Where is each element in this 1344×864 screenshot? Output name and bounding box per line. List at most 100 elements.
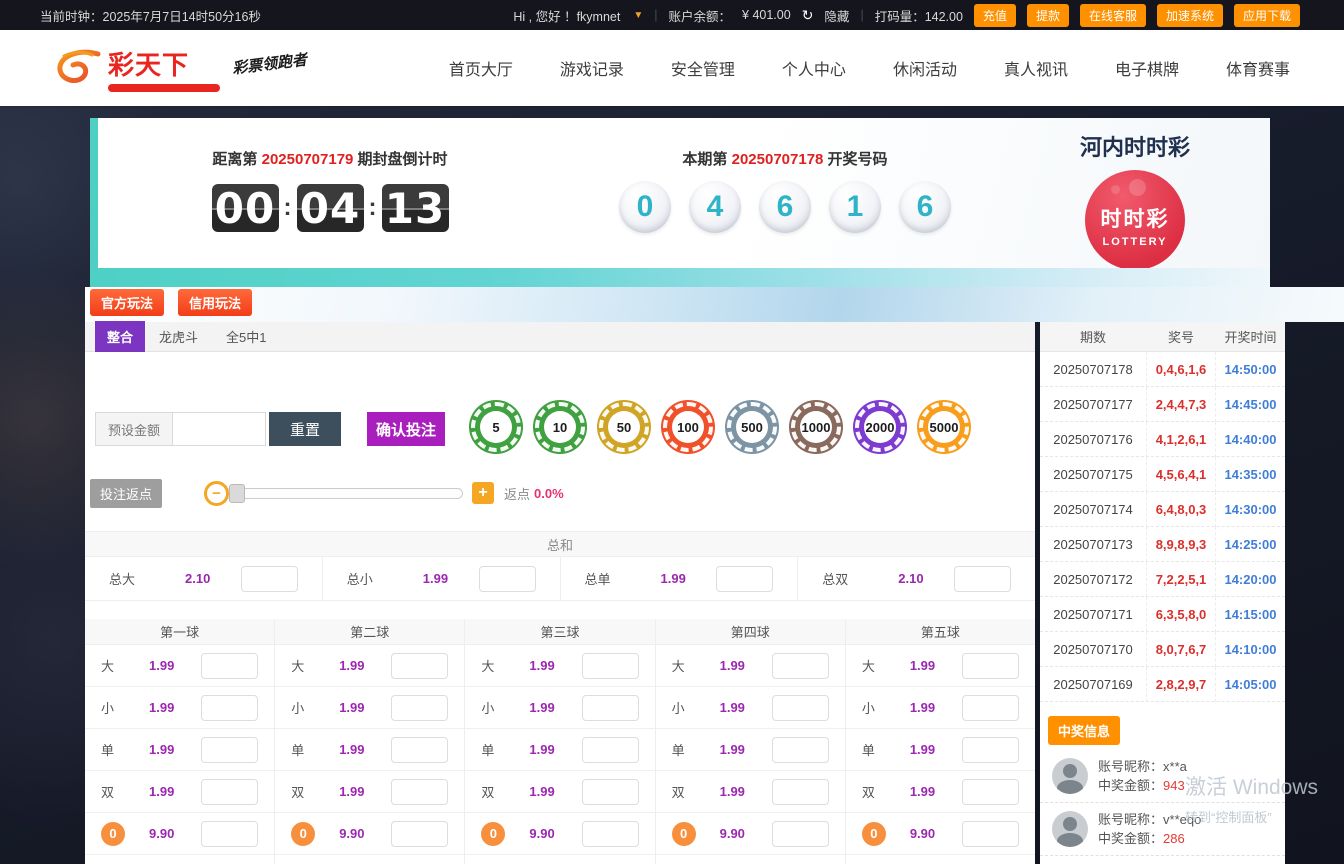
- bet-amount-input[interactable]: [201, 695, 258, 721]
- confirm-bet-button[interactable]: 确认投注: [367, 412, 445, 446]
- nav-leisure[interactable]: 休闲活动: [893, 56, 957, 80]
- bet-option-label[interactable]: 大: [101, 656, 135, 675]
- bet-option-label[interactable]: 双: [672, 782, 706, 801]
- chip-5[interactable]: 5: [469, 400, 523, 454]
- bet-amount-input[interactable]: [716, 566, 773, 592]
- bet-amount-input[interactable]: [772, 821, 829, 847]
- reset-button[interactable]: 重置: [269, 412, 341, 446]
- rebate-plus-button[interactable]: +: [472, 482, 494, 504]
- winners-badge[interactable]: 中奖信息: [1048, 716, 1120, 745]
- chip-100[interactable]: 100: [661, 400, 715, 454]
- rebate-slider[interactable]: [225, 488, 463, 499]
- bet-amount-input[interactable]: [582, 821, 639, 847]
- nav-game-records[interactable]: 游戏记录: [560, 56, 624, 80]
- bet-amount-input[interactable]: [582, 695, 639, 721]
- tab-dragon-tiger[interactable]: 龙虎斗: [145, 321, 212, 352]
- bet-option-label[interactable]: 总小: [347, 569, 389, 588]
- number-0-badge[interactable]: 0: [672, 822, 696, 846]
- bet-option-label[interactable]: 单: [101, 740, 135, 759]
- bet-option-label[interactable]: 双: [481, 782, 515, 801]
- bet-option-label[interactable]: 小: [291, 698, 325, 717]
- hide-balance-toggle[interactable]: 隐藏: [824, 6, 849, 25]
- rebate-minus-button[interactable]: −: [204, 481, 229, 506]
- number-0-badge[interactable]: 0: [101, 822, 125, 846]
- bet-amount-input[interactable]: [479, 566, 536, 592]
- bet-amount-input[interactable]: [962, 821, 1019, 847]
- bet-amount-input[interactable]: [772, 695, 829, 721]
- bet-option-label[interactable]: 双: [291, 782, 325, 801]
- nav-live-video[interactable]: 真人视讯: [1004, 56, 1068, 80]
- bet-amount-input[interactable]: [954, 566, 1011, 592]
- bet-amount-input[interactable]: [391, 821, 448, 847]
- site-logo[interactable]: 彩天下 彩票领跑者: [52, 45, 307, 92]
- nav-profile[interactable]: 个人中心: [782, 56, 846, 80]
- bet-amount-input[interactable]: [962, 737, 1019, 763]
- bet-option-label[interactable]: 单: [672, 740, 706, 759]
- bet-amount-input[interactable]: [201, 737, 258, 763]
- nav-security[interactable]: 安全管理: [671, 56, 735, 80]
- bet-option-label[interactable]: 小: [101, 698, 135, 717]
- bet-option-label[interactable]: 总大: [109, 569, 151, 588]
- bet-amount-input[interactable]: [962, 695, 1019, 721]
- speedup-button[interactable]: 加速系统: [1157, 4, 1223, 27]
- bet-amount-input[interactable]: [391, 737, 448, 763]
- bet-amount-input[interactable]: [962, 779, 1019, 805]
- bet-amount-input[interactable]: [772, 779, 829, 805]
- tab-combined[interactable]: 整合: [95, 321, 145, 352]
- bet-option-label[interactable]: 总双: [822, 569, 864, 588]
- bet-option-label[interactable]: 双: [101, 782, 135, 801]
- chip-500[interactable]: 500: [725, 400, 779, 454]
- bet-amount-input[interactable]: [391, 779, 448, 805]
- bet-amount-input[interactable]: [582, 653, 639, 679]
- bet-option-label[interactable]: 单: [481, 740, 515, 759]
- official-play-tab[interactable]: 官方玩法: [90, 289, 164, 316]
- chip-10[interactable]: 10: [533, 400, 587, 454]
- column-header: 第三球: [464, 619, 654, 644]
- bet-amount-input[interactable]: [582, 779, 639, 805]
- preset-amount-input[interactable]: [172, 412, 266, 446]
- bet-option-label[interactable]: 大: [862, 656, 896, 675]
- bet-amount-input[interactable]: [201, 821, 258, 847]
- bet-cell: 09.90: [85, 813, 274, 855]
- bet-option-label[interactable]: 单: [291, 740, 325, 759]
- chip-5000[interactable]: 5000: [917, 400, 971, 454]
- bet-amount-input[interactable]: [772, 653, 829, 679]
- number-0-badge[interactable]: 0: [481, 822, 505, 846]
- credit-play-tab[interactable]: 信用玩法: [178, 289, 252, 316]
- app-download-button[interactable]: 应用下载: [1234, 4, 1300, 27]
- bet-amount-input[interactable]: [391, 653, 448, 679]
- bet-amount-input[interactable]: [241, 566, 298, 592]
- bet-option-label[interactable]: 双: [862, 782, 896, 801]
- bet-option-label[interactable]: 小: [481, 698, 515, 717]
- user-greeting[interactable]: Hi , 您好 ！fkymnet: [513, 6, 620, 25]
- bet-amount-input[interactable]: [201, 653, 258, 679]
- bet-amount-input[interactable]: [582, 737, 639, 763]
- nav-home[interactable]: 首页大厅: [449, 56, 513, 80]
- bet-option-label[interactable]: 单: [862, 740, 896, 759]
- bet-cell: 双1.99: [85, 771, 274, 813]
- chevron-down-icon[interactable]: ▼: [633, 10, 643, 21]
- tab-all5-hit1[interactable]: 全5中1: [212, 321, 280, 352]
- number-0-badge[interactable]: 0: [291, 822, 315, 846]
- bet-option-label[interactable]: 小: [862, 698, 896, 717]
- customer-service-button[interactable]: 在线客服: [1080, 4, 1146, 27]
- chip-2000[interactable]: 2000: [853, 400, 907, 454]
- bet-option-label[interactable]: 大: [291, 656, 325, 675]
- bet-option-label[interactable]: 大: [672, 656, 706, 675]
- nav-board-games[interactable]: 电子棋牌: [1115, 56, 1179, 80]
- bet-amount-input[interactable]: [962, 653, 1019, 679]
- refresh-icon[interactable]: ↻: [802, 7, 814, 24]
- number-0-badge[interactable]: 0: [862, 822, 886, 846]
- bet-amount-input[interactable]: [391, 695, 448, 721]
- chip-1000[interactable]: 1000: [789, 400, 843, 454]
- bet-amount-input[interactable]: [772, 737, 829, 763]
- deposit-button[interactable]: 充值: [974, 4, 1016, 27]
- rebate-slider-handle[interactable]: [229, 484, 245, 503]
- bet-amount-input[interactable]: [201, 779, 258, 805]
- bet-option-label[interactable]: 小: [672, 698, 706, 717]
- chip-50[interactable]: 50: [597, 400, 651, 454]
- withdraw-button[interactable]: 提款: [1027, 4, 1069, 27]
- nav-sports[interactable]: 体育赛事: [1226, 56, 1290, 80]
- bet-option-label[interactable]: 大: [481, 656, 515, 675]
- bet-option-label[interactable]: 总单: [585, 569, 627, 588]
